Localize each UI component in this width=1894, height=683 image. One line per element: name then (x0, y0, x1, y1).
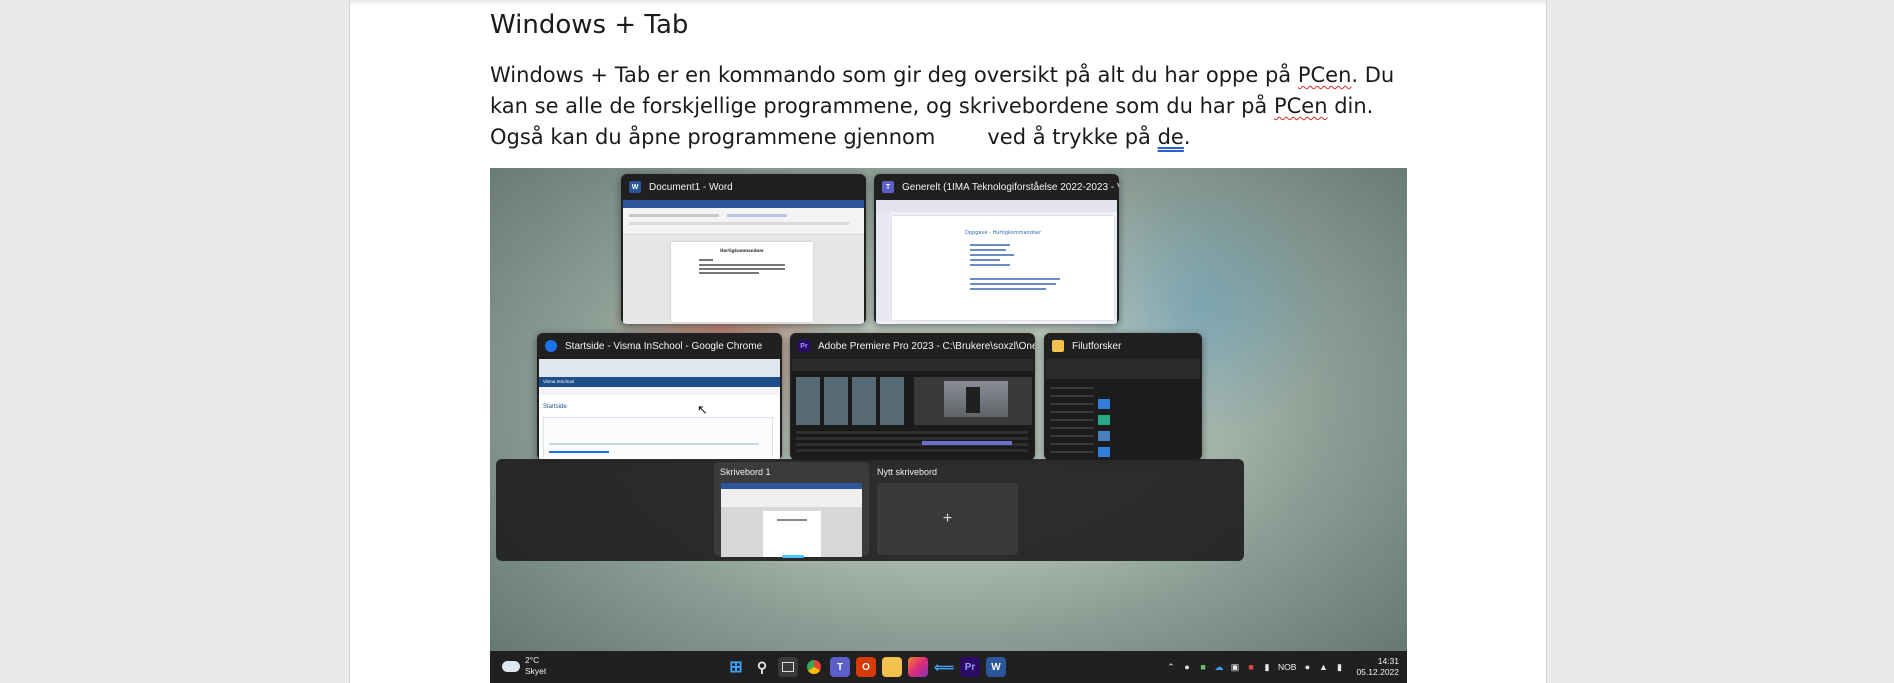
spelling-flag-pcen[interactable]: PCen (1298, 63, 1352, 87)
document-page: Windows + Tab Windows + Tab er en komman… (349, 0, 1547, 683)
clock-time: 14:31 (1377, 656, 1399, 666)
window-premiere-title: Adobe Premiere Pro 2023 - C:\Brukere\sox… (818, 340, 1035, 352)
word-preview: Hurtigkommandoer (623, 200, 864, 324)
window-word-titlebar: W Document1 - Word (621, 174, 866, 200)
language-indicator[interactable]: NOB (1278, 662, 1296, 672)
folder-icon (1052, 340, 1064, 352)
window-word-title: Document1 - Word (649, 181, 733, 193)
word-icon: W (629, 181, 641, 193)
desktop-1-thumbnail (721, 483, 862, 557)
explorer-taskbar-icon[interactable] (882, 657, 902, 677)
search-icon[interactable]: ⚲ (752, 657, 772, 677)
teams-icon: T (882, 181, 894, 193)
premiere-icon: Pr (798, 340, 810, 352)
weather-widget[interactable]: 2°C Skyet (502, 655, 546, 677)
explorer-preview (1046, 359, 1200, 460)
word-taskbar-icon[interactable]: W (986, 657, 1006, 677)
drop-icon[interactable]: ● (1182, 662, 1192, 672)
window-premiere-titlebar: Pr Adobe Premiere Pro 2023 - C:\Brukere\… (790, 333, 1035, 359)
teams-taskbar-icon[interactable]: T (830, 657, 850, 677)
chrome-preview: Visma InSchool Startside (539, 359, 780, 460)
cloud-icon (502, 660, 520, 672)
mouse-cursor-icon: ↖ (697, 402, 708, 417)
page-top-shadow (350, 0, 1546, 6)
chrome-taskbar-icon[interactable] (804, 657, 824, 677)
task-view-icon[interactable] (778, 657, 798, 677)
chevron-up-icon[interactable]: ⌃ (1166, 662, 1176, 672)
vscode-taskbar-icon[interactable]: ⟸ (934, 657, 954, 677)
desktops-panel: Skrivebord 1 Nytt skrivebord + (496, 459, 1244, 561)
premiere-preview (792, 359, 1033, 460)
word-ribbon (623, 200, 864, 235)
new-desktop[interactable]: Nytt skrivebord + (877, 462, 1022, 556)
window-teams: T Generelt (1IMA Teknologiforståelse 202… (874, 174, 1119, 324)
document-paragraph[interactable]: Windows + Tab er en kommando som gir deg… (490, 60, 1410, 153)
adobe-tray-icon[interactable]: ■ (1246, 662, 1256, 672)
monitor-icon[interactable]: ▣ (1230, 662, 1240, 672)
desktop-1-label: Skrivebord 1 (720, 467, 771, 477)
weather-desc: Skyet (525, 666, 547, 676)
window-explorer-title: Filutforsker (1072, 340, 1122, 352)
window-explorer-titlebar: Filutforsker (1044, 333, 1202, 359)
onedrive-icon[interactable]: ☁ (1214, 662, 1224, 672)
wifi-icon[interactable]: ● (1302, 662, 1312, 672)
window-chrome-title: Startside - Visma InSchool - Google Chro… (565, 340, 763, 352)
new-desktop-label: Nytt skrivebord (877, 467, 938, 477)
chrome-app-name: Visma InSchool (539, 377, 780, 387)
battery-icon[interactable]: ▮ (1334, 662, 1344, 672)
window-explorer: Filutforsker (1044, 333, 1202, 460)
teams-doc-title: Oppgave - Hurtigkommandoer (964, 230, 1042, 236)
premiere-taskbar-icon[interactable]: Pr (960, 657, 980, 677)
weather-temp: 2°C (525, 655, 540, 665)
instagram-taskbar-icon[interactable] (908, 657, 928, 677)
new-desktop-plus-button[interactable]: + (877, 483, 1018, 555)
desktop-1[interactable]: Skrivebord 1 (714, 462, 869, 557)
window-chrome-titlebar: Startside - Visma InSchool - Google Chro… (537, 333, 782, 359)
clock-date: 05.12.2022 (1356, 667, 1399, 677)
word-doc-title: Hurtigkommandoer (720, 248, 764, 253)
office-taskbar-icon[interactable]: O (856, 657, 876, 677)
window-chrome: Startside - Visma InSchool - Google Chro… (537, 333, 782, 460)
active-desktop-indicator (782, 555, 804, 558)
taskbar: 2°C Skyet ⊞ ⚲ T O ⟸ Pr W ⌃ ● ■ ☁ ▣ ■ ▮ N… (490, 651, 1407, 683)
app-tray-icon[interactable]: ■ (1198, 662, 1208, 672)
task-view-screenshot: W Document1 - Word Hurtigkommandoer T Ge… (490, 168, 1407, 683)
spelling-flag-pcen-2[interactable]: PCen (1274, 94, 1328, 118)
window-premiere: Pr Adobe Premiere Pro 2023 - C:\Brukere\… (790, 333, 1035, 460)
document-heading[interactable]: Windows + Tab (490, 10, 688, 40)
teams-preview: Oppgave - Hurtigkommandoer (876, 200, 1117, 324)
plus-icon: + (942, 510, 953, 527)
volume-icon[interactable]: ▲ (1318, 662, 1328, 672)
para-text-4: ved å trykke på (987, 125, 1158, 149)
chrome-icon (545, 340, 557, 352)
para-text-1: Windows + Tab er en kommando som gir deg… (490, 63, 1298, 87)
word-page: Hurtigkommandoer (671, 242, 813, 322)
start-icon[interactable]: ⊞ (726, 657, 746, 677)
window-word: W Document1 - Word Hurtigkommandoer (621, 174, 866, 324)
window-teams-titlebar: T Generelt (1IMA Teknologiforståelse 202… (874, 174, 1119, 200)
para-text-end: . (1183, 125, 1191, 149)
grammar-flag-de[interactable]: de (1158, 125, 1184, 149)
window-teams-title: Generelt (1IMA Teknologiforståelse 2022-… (902, 181, 1119, 193)
microphone-icon[interactable]: ▮ (1262, 662, 1272, 672)
teams-doc: Oppgave - Hurtigkommandoer (892, 216, 1114, 320)
system-tray: ⌃ ● ■ ☁ ▣ ■ ▮ NOB ● ▲ ▮ 14:31 05.12.2022 (1166, 656, 1399, 678)
taskbar-apps: ⊞ ⚲ T O ⟸ Pr W (726, 657, 1006, 677)
chrome-page-title: Startside (543, 404, 567, 410)
clock[interactable]: 14:31 05.12.2022 (1356, 656, 1399, 678)
